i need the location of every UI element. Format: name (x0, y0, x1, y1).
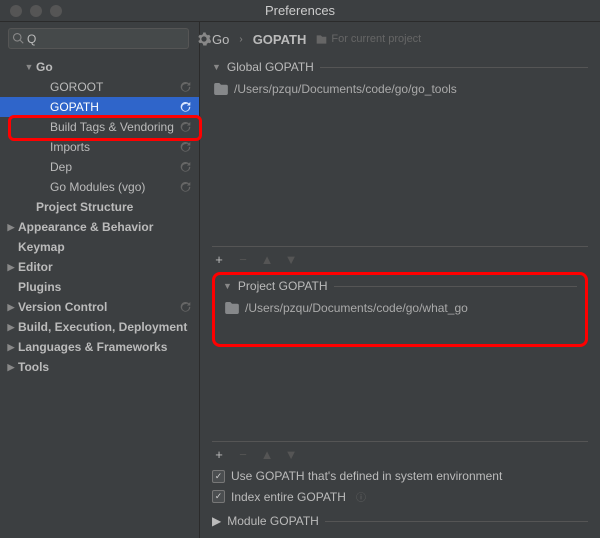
search-input[interactable] (8, 28, 189, 49)
tree-item-appearance-behavior[interactable]: ▶Appearance & Behavior (0, 217, 199, 237)
settings-content: Go › GOPATH For current project ▼ Global… (200, 22, 600, 538)
index-entire-gopath-checkbox[interactable]: ✓ Index entire GOPATH ⓘ (212, 489, 588, 504)
breadcrumb-b: GOPATH (253, 32, 307, 47)
chevron-down-icon: ▼ (212, 62, 221, 72)
tree-item-project-structure[interactable]: Project Structure (0, 197, 199, 217)
tree-item-version-control[interactable]: ▶Version Control (0, 297, 199, 317)
checkbox-icon[interactable]: ✓ (212, 490, 225, 503)
tree-item-imports[interactable]: Imports (0, 137, 199, 157)
tree-item-label: Build, Execution, Deployment (18, 320, 191, 334)
tree-item-build-execution-deployment[interactable]: ▶Build, Execution, Deployment (0, 317, 199, 337)
tree-item-label: Project Structure (36, 200, 191, 214)
chevron-right-icon: ▶ (4, 322, 18, 333)
global-gopath-label: Global GOPATH (227, 60, 314, 74)
project-gopath-toolbar: + − ▲ ▼ (212, 441, 588, 463)
chevron-right-icon: ▶ (4, 222, 18, 233)
path-value: /Users/pzqu/Documents/code/go/go_tools (234, 82, 457, 96)
tree-item-label: Appearance & Behavior (18, 220, 191, 234)
project-gopath-label: Project GOPATH (238, 279, 328, 293)
tree-item-label: Go Modules (vgo) (50, 180, 180, 194)
settings-sidebar: ▼Go GOROOT GOPATH Build Tags & Vendoring Imp… (0, 22, 200, 538)
zoom-icon[interactable] (50, 5, 62, 17)
traffic-lights (10, 5, 62, 17)
tree-item-editor[interactable]: ▶Editor (0, 257, 199, 277)
reset-icon[interactable] (180, 162, 191, 173)
tree-item-label: Keymap (18, 240, 191, 254)
search-icon (12, 32, 24, 44)
chevron-right-icon: ▶ (212, 514, 221, 528)
chevron-down-icon: ▼ (223, 281, 232, 291)
tree-item-label: GOPATH (50, 100, 180, 114)
highlight-project-gopath: ▼ Project GOPATH /Users/pzqu/Documents/c… (212, 272, 588, 347)
tree-item-label: GOROOT (50, 80, 180, 94)
tree-item-label: Languages & Frameworks (18, 340, 191, 354)
tree-item-tools[interactable]: ▶Tools (0, 357, 199, 377)
folder-icon (225, 302, 239, 314)
settings-tree[interactable]: ▼Go GOROOT GOPATH Build Tags & Vendoring Imp… (0, 55, 199, 538)
checkbox-icon[interactable]: ✓ (212, 470, 225, 483)
close-icon[interactable] (10, 5, 22, 17)
reset-icon[interactable] (180, 122, 191, 133)
down-button: ▼ (284, 447, 298, 462)
project-gopath-list[interactable]: /Users/pzqu/Documents/code/go/what_go (223, 299, 577, 319)
reset-icon[interactable] (180, 182, 191, 193)
up-button: ▲ (260, 252, 274, 267)
tree-item-label: Build Tags & Vendoring (50, 120, 180, 134)
global-gopath-list[interactable]: /Users/pzqu/Documents/code/go/go_tools (212, 80, 588, 240)
tree-item-label: Go (36, 60, 191, 74)
reset-icon[interactable] (180, 82, 191, 93)
tree-item-label: Tools (18, 360, 191, 374)
tree-item-languages-frameworks[interactable]: ▶Languages & Frameworks (0, 337, 199, 357)
tree-item-go[interactable]: ▼Go (0, 57, 199, 77)
global-gopath-toolbar: + − ▲ ▼ (212, 246, 588, 268)
reset-icon[interactable] (180, 302, 191, 313)
tree-item-label: Imports (50, 140, 180, 154)
chevron-right-icon: ▶ (4, 302, 18, 313)
checkbox-label: Index entire GOPATH (231, 490, 346, 504)
use-env-gopath-checkbox[interactable]: ✓ Use GOPATH that's defined in system en… (212, 469, 588, 483)
tree-item-build-tags-vendoring[interactable]: Build Tags & Vendoring (0, 117, 199, 137)
checkbox-label: Use GOPATH that's defined in system envi… (231, 469, 502, 483)
chevron-right-icon: ▶ (4, 362, 18, 373)
up-button: ▲ (260, 447, 274, 462)
path-value: /Users/pzqu/Documents/code/go/what_go (245, 301, 468, 315)
add-button[interactable]: + (212, 447, 226, 462)
breadcrumb-a[interactable]: Go (212, 32, 229, 47)
window-titlebar: Preferences (0, 0, 600, 22)
tree-item-label: Plugins (18, 280, 191, 294)
folder-icon (214, 83, 228, 95)
project-gopath-header[interactable]: ▼ Project GOPATH (223, 279, 577, 293)
tree-item-go-modules-vgo-[interactable]: Go Modules (vgo) (0, 177, 199, 197)
list-item[interactable]: /Users/pzqu/Documents/code/go/what_go (223, 299, 577, 317)
global-gopath-header[interactable]: ▼ Global GOPATH (212, 60, 588, 74)
chevron-right-icon: ▶ (4, 262, 18, 273)
tree-item-plugins[interactable]: Plugins (0, 277, 199, 297)
down-button: ▼ (284, 252, 298, 267)
chevron-right-icon: › (239, 34, 242, 45)
tree-item-label: Dep (50, 160, 180, 174)
chevron-down-icon: ▼ (22, 62, 36, 72)
module-gopath-header[interactable]: ▶ Module GOPATH (212, 514, 588, 528)
help-icon[interactable]: ⓘ (356, 489, 366, 504)
scope-hint: For current project (316, 33, 421, 45)
tree-item-keymap[interactable]: Keymap (0, 237, 199, 257)
add-button[interactable]: + (212, 252, 226, 267)
reset-icon[interactable] (180, 142, 191, 153)
project-icon (316, 34, 327, 45)
tree-item-dep[interactable]: Dep (0, 157, 199, 177)
tree-item-label: Version Control (18, 300, 180, 314)
remove-button: − (236, 252, 250, 267)
breadcrumb: Go › GOPATH For current project (212, 28, 588, 50)
remove-button: − (236, 447, 250, 462)
reset-icon[interactable] (180, 102, 191, 113)
tree-item-gopath[interactable]: GOPATH (0, 97, 199, 117)
window-title: Preferences (265, 3, 335, 18)
list-item[interactable]: /Users/pzqu/Documents/code/go/go_tools (212, 80, 588, 98)
module-gopath-label: Module GOPATH (227, 514, 319, 528)
tree-item-label: Editor (18, 260, 191, 274)
tree-item-goroot[interactable]: GOROOT (0, 77, 199, 97)
minimize-icon[interactable] (30, 5, 42, 17)
chevron-right-icon: ▶ (4, 342, 18, 353)
